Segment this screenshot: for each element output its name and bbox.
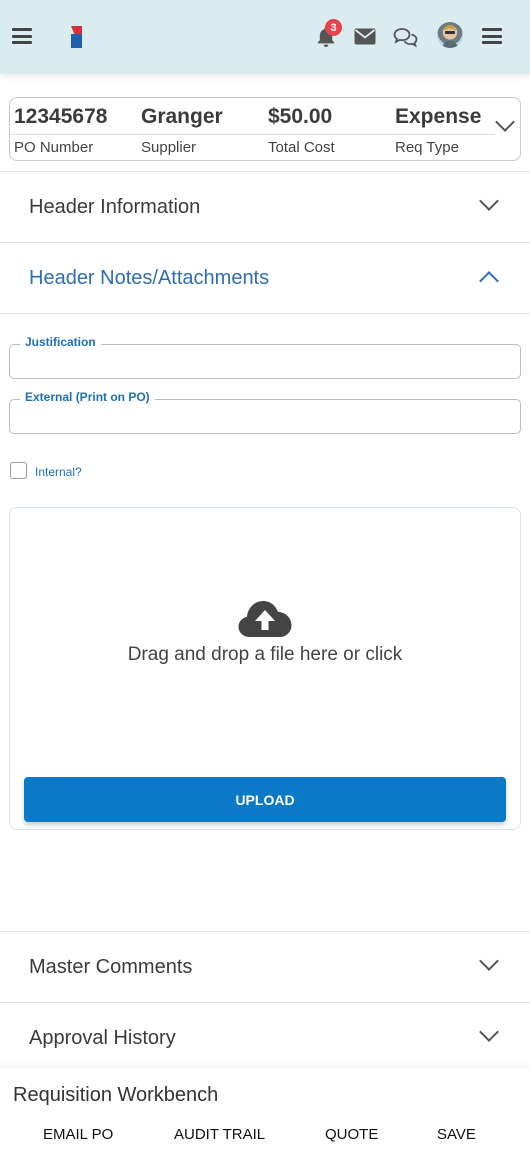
po-number-label: PO Number bbox=[14, 139, 94, 156]
cloud-upload-icon bbox=[237, 598, 293, 638]
dropzone-instructions: Drag and drop a file here or click bbox=[127, 644, 403, 665]
po-number-summary: 12345678 PO Number bbox=[14, 104, 107, 157]
section-master-comments[interactable]: Master Comments bbox=[0, 931, 530, 1002]
top-app-bar: 3 bbox=[0, 0, 530, 74]
justification-input[interactable] bbox=[20, 351, 508, 373]
chevron-down-icon[interactable] bbox=[479, 191, 499, 211]
supplier-label: Supplier bbox=[141, 139, 197, 156]
quote-button[interactable]: QUOTE bbox=[325, 1126, 378, 1143]
chevron-down-icon[interactable] bbox=[495, 112, 515, 132]
menu-icon[interactable] bbox=[12, 28, 32, 44]
supplier-value: Granger bbox=[141, 105, 223, 128]
notification-badge: 3 bbox=[325, 19, 342, 36]
justification-field[interactable]: Justification bbox=[9, 335, 521, 379]
external-print-field[interactable]: External (Print on PO) bbox=[9, 390, 521, 434]
upload-button[interactable]: UPLOAD bbox=[24, 777, 506, 822]
chevron-up-icon[interactable] bbox=[479, 271, 499, 291]
total-cost-summary: $50.00 Total Cost bbox=[268, 104, 335, 157]
po-summary-card[interactable]: 12345678 PO Number Granger Supplier $50.… bbox=[9, 97, 521, 161]
bottom-action-bar: Requisition Workbench EMAIL PO AUDIT TRA… bbox=[0, 1068, 530, 1160]
internal-checkbox-label[interactable]: Internal? bbox=[35, 465, 82, 479]
external-print-input[interactable] bbox=[20, 406, 508, 428]
chat-icon[interactable] bbox=[393, 26, 418, 48]
section-title: Master Comments bbox=[29, 956, 193, 978]
email-po-button[interactable]: EMAIL PO bbox=[43, 1126, 113, 1143]
section-title: Header Information bbox=[29, 196, 201, 218]
user-avatar[interactable] bbox=[437, 22, 463, 48]
overflow-menu-icon[interactable] bbox=[482, 28, 502, 44]
save-button[interactable]: SAVE bbox=[437, 1126, 476, 1143]
section-title: Header Notes/Attachments bbox=[29, 267, 270, 289]
mail-icon[interactable] bbox=[353, 27, 376, 45]
justification-label: Justification bbox=[20, 335, 101, 349]
req-type-label: Req Type bbox=[395, 139, 459, 156]
req-type-summary: Expense Req Type bbox=[395, 104, 481, 157]
file-dropzone[interactable]: Drag and drop a file here or click UPLOA… bbox=[9, 507, 521, 830]
section-header-information[interactable]: Header Information bbox=[0, 171, 530, 242]
supplier-summary: Granger Supplier bbox=[141, 104, 223, 157]
internal-checkbox[interactable] bbox=[10, 462, 27, 479]
total-cost-label: Total Cost bbox=[268, 139, 335, 156]
section-title: Approval History bbox=[29, 1027, 176, 1049]
po-number-value: 12345678 bbox=[14, 105, 108, 128]
summary-divider bbox=[10, 134, 495, 135]
app-logo[interactable] bbox=[71, 26, 82, 48]
audit-trail-button[interactable]: AUDIT TRAIL bbox=[174, 1126, 265, 1143]
workbench-title: Requisition Workbench bbox=[13, 1084, 219, 1106]
section-header-notes-attachments[interactable]: Header Notes/Attachments bbox=[0, 242, 530, 314]
chevron-down-icon[interactable] bbox=[479, 1022, 499, 1042]
section-approval-history[interactable]: Approval History bbox=[0, 1002, 530, 1073]
chevron-down-icon[interactable] bbox=[479, 951, 499, 971]
req-type-value: Expense bbox=[395, 105, 482, 128]
external-print-label: External (Print on PO) bbox=[20, 390, 155, 404]
total-cost-value: $50.00 bbox=[268, 105, 333, 128]
